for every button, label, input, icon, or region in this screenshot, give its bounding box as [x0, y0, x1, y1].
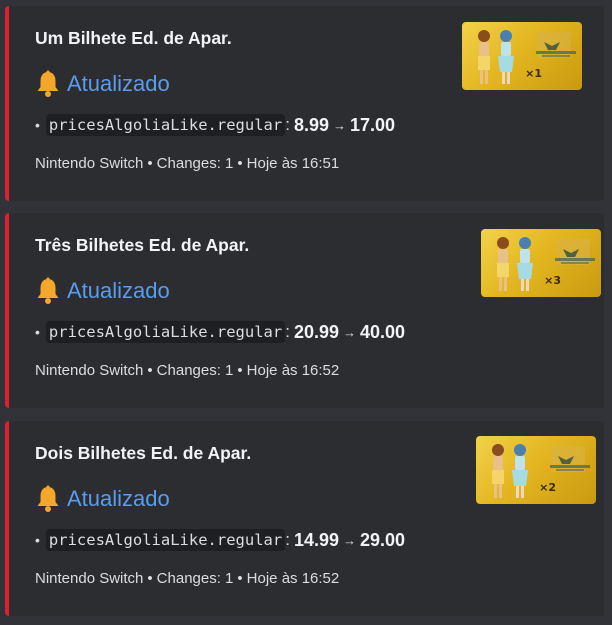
thumbnail-art [478, 30, 576, 84]
character-figure [478, 30, 490, 84]
character-figure [492, 444, 504, 498]
card-footer: Nintendo Switch • Changes: 1 • Hoje às 16:52 [35, 362, 339, 379]
card-footer: Nintendo Switch • Changes: 1 • Hoje às 16:52 [35, 570, 339, 587]
bell-icon [37, 70, 59, 97]
separator: • [237, 155, 243, 172]
new-price: 17.00 [349, 114, 396, 135]
ticket-count: ×2 [539, 481, 556, 494]
separator: • [237, 570, 243, 587]
bullet: • [35, 117, 40, 133]
timestamp: Hoje às 16:52 [246, 570, 340, 587]
arrow-right-icon: → [342, 532, 356, 548]
thumbnail-art [497, 237, 595, 291]
price-change-card: Três Bilhetes Ed. de Apar. Atualizado • … [5, 213, 604, 408]
field-name: pricesAlgoliaLike.regular [45, 529, 286, 551]
notification-feed: Um Bilhete Ed. de Apar. Atualizado • pri… [0, 0, 612, 625]
card-title: Três Bilhetes Ed. de Apar. [35, 235, 250, 255]
product-thumbnail[interactable]: ×1 [462, 22, 582, 90]
platform-label: Nintendo Switch [35, 570, 144, 587]
timestamp: Hoje às 16:51 [246, 155, 340, 172]
price-change-line: • pricesAlgoliaLike.regular : 8.99 → 17.… [35, 114, 395, 136]
status-text: Atualizado [67, 71, 170, 96]
platform-label: Nintendo Switch [35, 155, 144, 172]
price-change-line: • pricesAlgoliaLike.regular : 14.99 → 29… [35, 529, 405, 551]
character-figure [517, 237, 533, 291]
card-title: Um Bilhete Ed. de Apar. [35, 28, 232, 48]
bullet: • [35, 532, 40, 548]
arrow-right-icon: → [332, 117, 346, 133]
old-price: 20.99 [293, 321, 339, 342]
changes-count: Changes: 1 [156, 570, 234, 587]
changes-count: Changes: 1 [156, 362, 234, 379]
status-line: Atualizado [35, 485, 170, 513]
card-title: Dois Bilhetes Ed. de Apar. [35, 443, 252, 463]
new-price: 40.00 [359, 321, 406, 342]
price-change-card: Dois Bilhetes Ed. de Apar. Atualizado • … [5, 421, 604, 616]
separator: • [147, 155, 153, 172]
character-figure [498, 30, 514, 84]
price-change-card: Um Bilhete Ed. de Apar. Atualizado • pri… [5, 6, 604, 201]
card-footer: Nintendo Switch • Changes: 1 • Hoje às 16:51 [35, 155, 339, 172]
bell-icon [37, 277, 59, 304]
price-change-line: • pricesAlgoliaLike.regular : 20.99 → 40… [35, 321, 405, 343]
status-text: Atualizado [67, 278, 170, 303]
ticket-count: ×3 [544, 274, 561, 287]
old-price: 14.99 [293, 529, 339, 550]
colon: : [285, 115, 290, 134]
bell-icon [37, 485, 59, 512]
status-line: Atualizado [35, 277, 170, 305]
separator: • [147, 570, 153, 587]
old-price: 8.99 [293, 114, 329, 135]
field-name: pricesAlgoliaLike.regular [45, 114, 286, 136]
platform-label: Nintendo Switch [35, 362, 144, 379]
status-text: Atualizado [67, 486, 170, 511]
character-figure [497, 237, 509, 291]
product-thumbnail[interactable]: ×3 [481, 229, 601, 297]
changes-count: Changes: 1 [156, 155, 234, 172]
character-figure [512, 444, 528, 498]
field-name: pricesAlgoliaLike.regular [45, 321, 286, 343]
timestamp: Hoje às 16:52 [246, 362, 340, 379]
colon: : [285, 530, 290, 549]
separator: • [237, 362, 243, 379]
separator: • [147, 362, 153, 379]
colon: : [285, 322, 290, 341]
thumbnail-art [492, 444, 590, 498]
status-line: Atualizado [35, 70, 170, 98]
bullet: • [35, 324, 40, 340]
arrow-right-icon: → [342, 324, 356, 340]
product-thumbnail[interactable]: ×2 [476, 436, 596, 504]
new-price: 29.00 [359, 529, 406, 550]
ticket-count: ×1 [525, 67, 542, 80]
